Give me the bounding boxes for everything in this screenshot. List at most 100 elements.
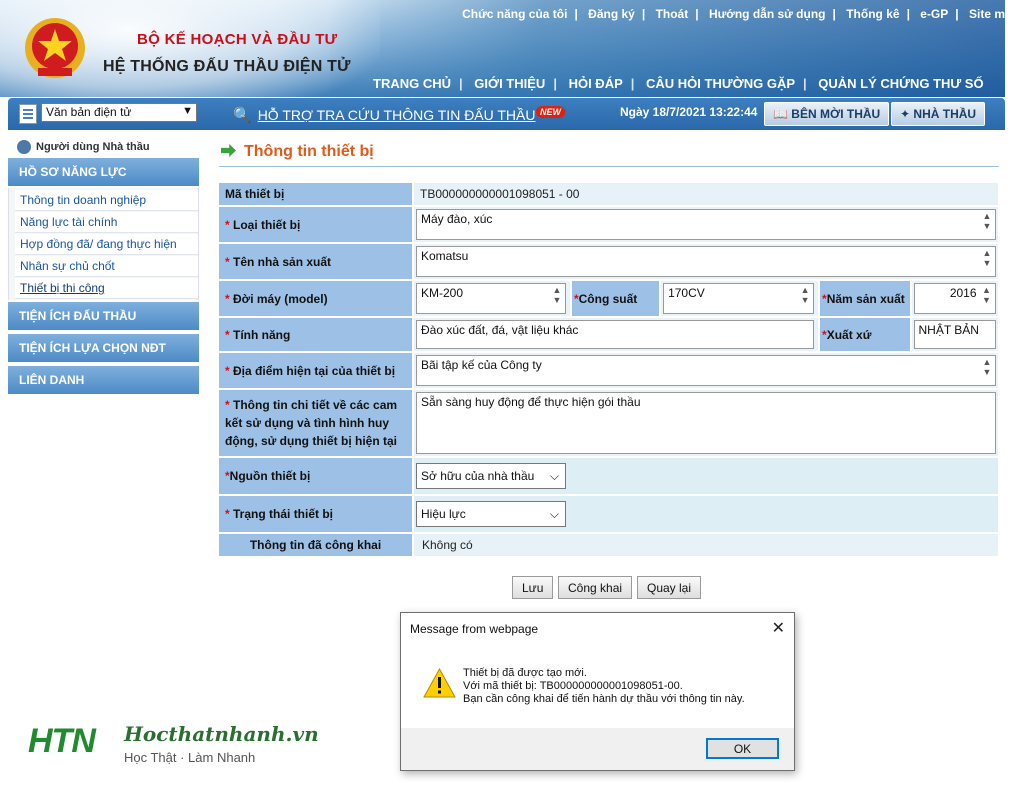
support-lookup-label: HỖ TRỢ TRA CỨU THÔNG TIN ĐẤU THẦU [257, 107, 536, 123]
sidebar-item-company-info[interactable]: Thông tin doanh nghiệp [15, 190, 198, 211]
dialog-line-2: Với mã thiết bị: TB000000000001098051-00… [463, 680, 683, 692]
equipment-type-input[interactable]: Máy đào, xúc ▲ ▼ [416, 209, 996, 240]
save-button[interactable]: Lưu [512, 576, 554, 599]
ministry-name: BỘ KẾ HOẠCH VÀ ĐẦU TƯ [137, 31, 338, 48]
main-nav: TRANG CHỦ | GIỚI THIỆU | HỎI ĐÁP | CÂU HỎI … [373, 76, 984, 91]
bidder-icon: ✦ [900, 107, 911, 121]
sidebar-item-financial-capacity[interactable]: Năng lực tài chính [15, 212, 198, 233]
published-info-label: Thông tin đã công khai [219, 534, 414, 556]
nav-home[interactable]: TRANG CHỦ [373, 76, 451, 91]
top-link-register[interactable]: Đăng ký [588, 7, 635, 21]
top-link-logout[interactable]: Thoát [656, 7, 689, 21]
top-links: Chức năng của tôi | Đăng ký | Thoát | Hướng… [462, 7, 1005, 21]
watermark-site: Hocthatnhanh.vn [124, 722, 319, 746]
document-type-select[interactable]: Văn bản điện tử ▼ [41, 103, 197, 122]
site-header: BỘ KẾ HOẠCH VÀ ĐẦU TƯ HỆ THỐNG ĐẤU THẦU … [0, 0, 1005, 97]
manufacturer-input[interactable]: Komatsu ▲ ▼ [416, 246, 996, 277]
nav-qa[interactable]: HỎI ĐÁP [569, 76, 623, 91]
model-label: * Đời máy (model) [219, 281, 414, 316]
commitment-details-label: * Thông tin chi tiết về các cam kết sử d… [219, 390, 414, 456]
origin-input[interactable]: NHẬT BẢN [913, 320, 996, 349]
sidebar-section-investor-selection[interactable]: TIỆN ÍCH LỰA CHỌN NĐT [8, 334, 199, 363]
publish-button[interactable]: Công khai [558, 576, 633, 599]
dialog-line-1: Thiết bị đã được tạo mới. [463, 667, 587, 679]
equipment-code-value: TB000000000001098051 - 00 [414, 183, 998, 205]
equipment-source-label: *Nguồn thiết bị [219, 458, 414, 494]
sidebar-section-profile[interactable]: HỒ SƠ NĂNG LỰC [8, 158, 199, 187]
user-role: Người dùng Nhà thầu [36, 140, 150, 153]
equipment-source-select[interactable]: Sở hữu của nhà thầu ⌵ [416, 463, 566, 489]
dialog-message: Thiết bị đã được tạo mới. Với mã thiết b… [463, 667, 745, 706]
published-info-value: Không có [414, 534, 998, 556]
ok-button[interactable]: OK [706, 738, 779, 759]
chevron-down-icon: ⌵ [549, 469, 559, 483]
support-lookup-link[interactable]: 🔍 HỖ TRỢ TRA CỨU THÔNG TIN ĐẤU THẦU [233, 106, 536, 124]
nav-about[interactable]: GIỚI THIỆU [474, 76, 545, 91]
equipment-type-label: * Loại thiết bị [219, 207, 414, 242]
manufacture-year-label: *Năm sản xuất [818, 281, 912, 316]
equipment-status-select[interactable]: Hiệu lực ⌵ [416, 501, 566, 527]
current-user: Người dùng Nhà thầu [17, 140, 150, 154]
features-input[interactable]: Đào xúc đất, đá, vật liệu khác [416, 320, 814, 349]
sub-toolbar: Văn bản điện tử ▼ 🔍 HỖ TRỢ TRA CỨU THÔNG … [8, 98, 1005, 130]
close-icon[interactable]: ✕ [772, 618, 785, 638]
system-name: HỆ THỐNG ĐẤU THẦU ĐIỆN TỬ [103, 58, 351, 75]
dialog-line-3: Bạn cần công khai để tiến hành dự thầu v… [463, 693, 745, 705]
bidder-label: NHÀ THẦU [913, 107, 977, 121]
sidebar-item-contracts[interactable]: Hợp đồng đã/ đang thực hiện [15, 234, 198, 255]
chevron-down-icon: ⌵ [549, 507, 559, 521]
book-icon: 📖 [773, 107, 788, 121]
origin-label: *Xuất xứ [818, 318, 912, 351]
watermark-tagline: Học Thật · Làm Nhanh [124, 750, 256, 765]
national-emblem-icon [25, 18, 85, 78]
sidebar-section-utilities[interactable]: TIỆN ÍCH ĐẤU THẦU [8, 302, 199, 331]
scroll-arrows-icon[interactable]: ▲ ▼ [551, 285, 563, 305]
location-input[interactable]: Bãi tập kế của Công ty ▲ ▼ [416, 355, 996, 386]
chevron-down-icon: ▼ [182, 105, 193, 117]
new-badge: NEW [536, 106, 565, 118]
document-type-value: Văn bản điện tử [46, 105, 132, 119]
features-label: * Tính năng [219, 318, 414, 351]
dialog-title: Message from webpage [410, 622, 539, 636]
equipment-code-label: Mã thiết bị [219, 183, 414, 205]
manufacture-year-input[interactable]: 2016 ▲ ▼ [913, 283, 996, 314]
sidebar-section-joint-venture[interactable]: LIÊN DANH [8, 366, 199, 395]
message-dialog: Message from webpage ✕ Thiết bị đã được … [400, 612, 795, 771]
manufacturer-label: * Tên nhà sản xuất [219, 244, 414, 279]
user-icon [17, 140, 31, 154]
top-link-my-functions[interactable]: Chức năng của tôi [462, 7, 567, 21]
procuring-entity-label: BÊN MỜI THẦU [791, 107, 881, 121]
top-link-sitemap[interactable]: Site m [969, 7, 1005, 21]
power-label: *Công suất [569, 281, 662, 316]
current-datetime: Ngày 18/7/2021 13:22:44 [620, 105, 758, 119]
top-link-user-guide[interactable]: Hướng dẫn sử dụng [709, 7, 826, 21]
bidder-button[interactable]: ✦ NHÀ THẦU [891, 102, 986, 126]
location-label: * Địa điểm hiện tại của thiết bị [219, 353, 414, 388]
back-button[interactable]: Quay lại [637, 576, 702, 599]
title-divider [219, 166, 999, 167]
page-title-text: Thông tin thiết bị [244, 143, 374, 160]
page-title: Thông tin thiết bị [221, 143, 374, 161]
arrow-right-icon [221, 144, 236, 157]
scroll-arrows-icon[interactable]: ▲ ▼ [981, 248, 993, 268]
scroll-arrows-icon[interactable]: ▲ ▼ [981, 211, 993, 231]
procuring-entity-button[interactable]: 📖 BÊN MỜI THẦU [764, 102, 890, 126]
top-link-egp[interactable]: e-GP [920, 7, 948, 21]
commitment-details-textarea[interactable]: Sẵn sàng huy động để thực hiện gói thầu [416, 392, 996, 454]
scroll-arrows-icon[interactable]: ▲ ▼ [981, 285, 993, 305]
scroll-arrows-icon[interactable]: ▲ ▼ [981, 357, 993, 377]
equipment-status-label: * Trạng thái thiết bị [219, 496, 414, 532]
model-input[interactable]: KM-200 ▲ ▼ [416, 283, 566, 314]
power-input[interactable]: 170CV ▲ ▼ [663, 283, 815, 314]
equipment-form: Mã thiết bị TB000000000001098051 - 00 * … [219, 181, 998, 558]
scroll-arrows-icon[interactable]: ▲ ▼ [799, 285, 811, 305]
sidebar-item-equipment[interactable]: Thiết bị thi công [15, 278, 198, 299]
warning-icon [423, 668, 456, 698]
magnifier-icon: 🔍 [233, 107, 252, 124]
top-link-statistics[interactable]: Thống kê [846, 7, 899, 21]
watermark-logo: HTN [28, 722, 96, 760]
sidebar-item-key-personnel[interactable]: Nhân sự chủ chốt [15, 256, 198, 277]
nav-certificates[interactable]: QUẢN LÝ CHỨNG THƯ SỐ [818, 76, 983, 91]
document-icon [19, 104, 37, 124]
nav-faq[interactable]: CÂU HỎI THƯỜNG GẶP [646, 76, 795, 91]
